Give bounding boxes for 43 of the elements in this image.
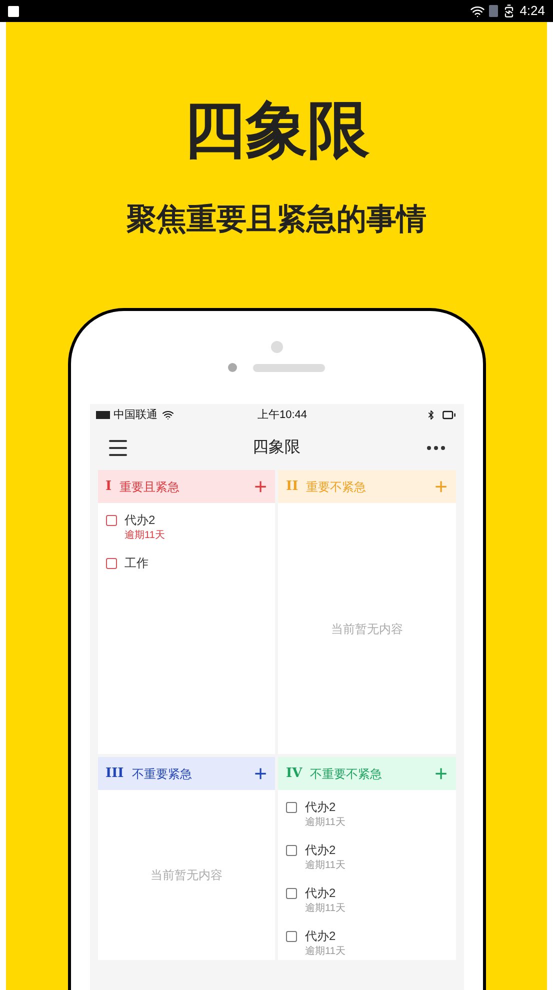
carrier-name: 中国联通 xyxy=(114,408,158,423)
overdue-label: 逾期11天 xyxy=(124,528,165,543)
overdue-label: 逾期11天 xyxy=(305,902,346,916)
quadrant-title: 重要不紧急 xyxy=(306,478,366,496)
checkbox[interactable] xyxy=(106,558,116,569)
add-button[interactable]: + xyxy=(434,762,448,784)
checkbox[interactable] xyxy=(286,931,297,942)
quadrant-numeral: II xyxy=(286,478,298,496)
headline: 四象限 xyxy=(184,94,370,166)
phone-clock: 上午10:44 xyxy=(258,408,308,423)
empty-message: 当前暂无内容 xyxy=(330,620,403,638)
checkbox[interactable] xyxy=(286,888,297,899)
clock: 4:24 xyxy=(520,2,545,20)
overdue-label: 逾期11天 xyxy=(305,816,346,830)
wifi-icon xyxy=(470,4,485,18)
quadrant-title: 不重要不紧急 xyxy=(310,766,382,782)
task-title: 代办2 xyxy=(305,799,337,815)
bluetooth-icon xyxy=(426,410,436,420)
app-notification-icon xyxy=(8,6,19,16)
task-title: 代办2 xyxy=(305,885,337,901)
add-button[interactable]: + xyxy=(254,762,267,784)
overdue-label: 逾期11天 xyxy=(305,858,346,873)
task-title: 工作 xyxy=(124,555,148,571)
quadrant-title: 重要且紧急 xyxy=(120,478,180,496)
quadrant-numeral: I xyxy=(106,478,112,496)
quadrant-numeral: IV xyxy=(286,764,302,783)
quadrant-numeral: III xyxy=(106,764,124,783)
task-title: 代办2 xyxy=(305,842,337,858)
task-title: 代办2 xyxy=(124,512,156,528)
speaker-slot xyxy=(253,364,325,372)
add-button[interactable]: + xyxy=(434,476,448,498)
overdue-label: 逾期11天 xyxy=(305,944,346,959)
battery-icon xyxy=(440,408,458,422)
tagline: 聚焦重要且紧急的事情 xyxy=(126,201,426,239)
checkbox[interactable] xyxy=(286,845,297,856)
task-title: 代办2 xyxy=(305,928,337,944)
add-button[interactable]: + xyxy=(254,476,267,498)
quadrant-title: 不重要紧急 xyxy=(132,766,192,782)
screen-title: 四象限 xyxy=(252,438,300,458)
checkbox[interactable] xyxy=(286,802,297,813)
no-sim-icon xyxy=(488,5,498,17)
checkbox[interactable] xyxy=(106,515,116,526)
empty-message: 当前暂无内容 xyxy=(150,867,222,884)
